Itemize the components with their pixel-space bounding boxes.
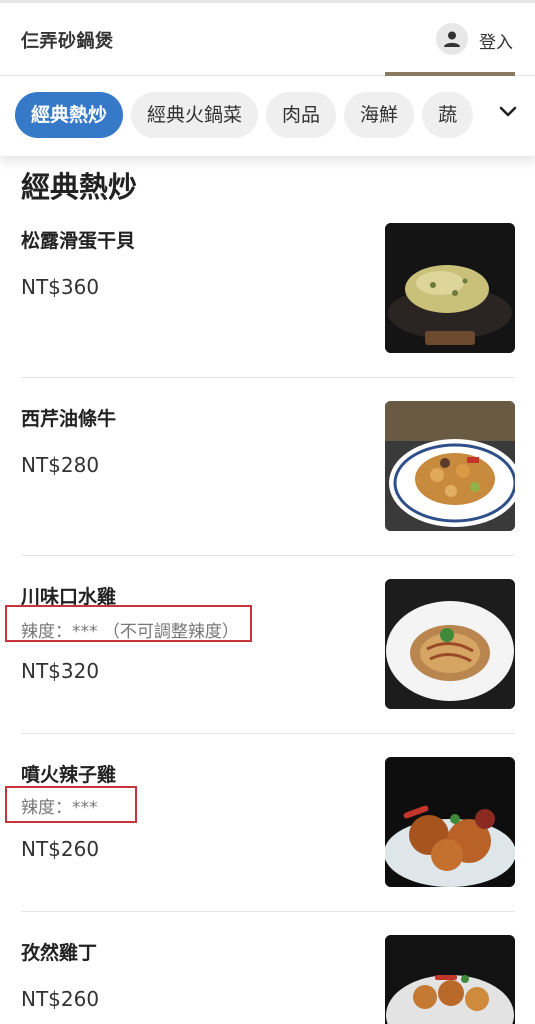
item-price: NT$360 [21, 275, 100, 299]
tab-classic-hotpot[interactable]: 經典火鍋菜 [131, 92, 259, 138]
item-name[interactable]: 松露滑蛋干貝 [21, 226, 135, 253]
section-title: 經典熱炒 [21, 170, 138, 204]
tab-seafood[interactable]: 海鮮 [344, 92, 415, 138]
app-header: 仨弄砂鍋煲 登入 [0, 3, 535, 76]
item-price: NT$260 [21, 837, 100, 861]
item-name[interactable]: 噴火辣子雞 [21, 760, 116, 787]
item-divider [21, 377, 515, 378]
item-name[interactable]: 西芹油條牛 [21, 404, 116, 431]
category-tabs: 經典熱炒 經典火鍋菜 肉品 海鮮蔬 [15, 92, 481, 138]
item-photo[interactable] [385, 757, 515, 887]
item-price: NT$320 [21, 659, 100, 683]
item-photo[interactable] [385, 579, 515, 709]
spicy-highlight-box [5, 786, 137, 823]
item-price: NT$280 [21, 453, 100, 477]
chevron-down-icon [499, 106, 517, 117]
brand-name[interactable]: 仨弄砂鍋煲 [21, 27, 114, 53]
login-link[interactable]: 登入 [479, 28, 513, 53]
tab-vegetables[interactable]: 蔬 [422, 92, 474, 138]
item-name[interactable]: 孜然雞丁 [21, 938, 97, 965]
user-icon[interactable] [436, 23, 468, 55]
item-photo[interactable] [385, 935, 515, 1024]
tab-classic-stir-fry[interactable]: 經典熱炒 [15, 92, 124, 138]
item-divider [21, 733, 515, 734]
category-tab-bar: 經典熱炒 經典火鍋菜 肉品 海鮮蔬 [0, 76, 535, 156]
tab-meat[interactable]: 肉品 [266, 92, 337, 138]
item-price: NT$260 [21, 987, 100, 1011]
item-divider [21, 911, 515, 912]
item-photo[interactable] [385, 223, 515, 353]
item-divider [21, 555, 515, 556]
spicy-highlight-box [5, 605, 252, 642]
item-photo[interactable] [385, 401, 515, 531]
expand-categories-button[interactable] [468, 76, 535, 156]
